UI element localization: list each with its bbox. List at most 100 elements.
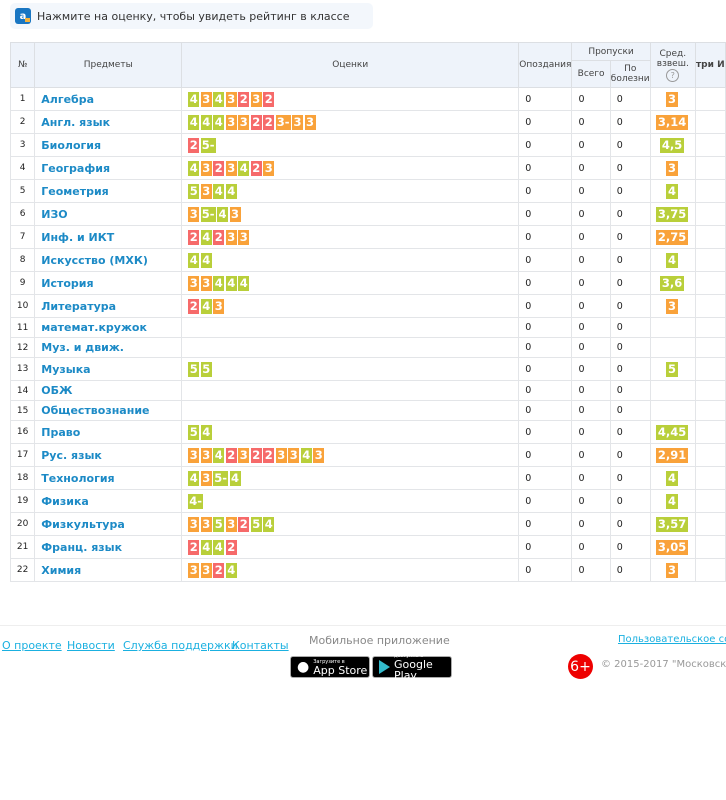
subject-link[interactable]: Рус. язык (34, 443, 183, 467)
grade-badge[interactable]: 3 (225, 229, 237, 245)
subject-link[interactable]: Муз. и движ. (34, 337, 183, 358)
grade-badge[interactable]: 4 (213, 539, 225, 555)
help-icon[interactable]: ? (666, 68, 680, 82)
grade-badge[interactable]: 4 (238, 275, 250, 291)
grade-badge[interactable]: 3 (225, 160, 237, 176)
grade-badge[interactable]: 2 (188, 137, 200, 153)
grade-badge[interactable]: 4 (213, 447, 225, 463)
grade-badge[interactable]: 5- (213, 470, 229, 486)
grade-badge[interactable]: 4 (217, 206, 229, 222)
grade-badge[interactable]: 4 (200, 114, 212, 130)
subject-link[interactable]: Геометрия (34, 179, 183, 203)
grade-badge[interactable]: 4 (200, 539, 212, 555)
subject-link[interactable]: Химия (34, 558, 183, 582)
grade-badge[interactable]: 4 (188, 114, 200, 130)
grade-badge[interactable]: 5 (188, 424, 200, 440)
subject-link[interactable]: Музыка (34, 357, 183, 381)
grade-badge[interactable]: 3 (200, 275, 212, 291)
link-about[interactable]: О проекте (2, 639, 62, 652)
subject-link[interactable]: Франц. язык (34, 535, 183, 559)
grade-badge[interactable]: 2 (225, 539, 237, 555)
subject-link[interactable]: математ.кружок (34, 317, 183, 338)
grade-badge[interactable]: 4 (229, 470, 241, 486)
grade-badge[interactable]: 4 (225, 562, 237, 578)
grade-badge[interactable]: 4 (188, 252, 200, 268)
grade-badge[interactable]: 4 (263, 516, 275, 532)
grade-badge[interactable]: 4 (213, 183, 225, 199)
grade-badge[interactable]: 4 (188, 91, 200, 107)
grade-badge[interactable]: 3 (238, 447, 250, 463)
link-agreement[interactable]: Пользовательское согл (618, 634, 726, 645)
grade-badge[interactable]: 2 (213, 160, 225, 176)
grade-badge[interactable]: 4- (188, 493, 204, 509)
subject-link[interactable]: Право (34, 420, 183, 444)
grade-badge[interactable]: 4 (200, 298, 212, 314)
grade-badge[interactable]: 3 (250, 91, 262, 107)
grade-badge[interactable]: 3 (225, 91, 237, 107)
grade-badge[interactable]: 3 (313, 447, 325, 463)
grade-badge[interactable]: 3 (200, 91, 212, 107)
grade-badge[interactable]: 3 (225, 516, 237, 532)
subject-link[interactable]: Искусство (МХК) (34, 248, 183, 272)
grade-badge[interactable]: 2 (263, 447, 275, 463)
link-news[interactable]: Новости (67, 639, 115, 652)
grade-badge[interactable]: 3 (263, 160, 275, 176)
subject-link[interactable]: Обществознание (34, 400, 183, 421)
subject-link[interactable]: География (34, 156, 183, 180)
grade-badge[interactable]: 3 (200, 470, 212, 486)
subject-link[interactable]: Технология (34, 466, 183, 490)
grade-badge[interactable]: 5- (200, 137, 216, 153)
grade-badge[interactable]: 3 (200, 516, 212, 532)
grade-badge[interactable]: 4 (213, 91, 225, 107)
grade-badge[interactable]: 3 (188, 516, 200, 532)
grade-badge[interactable]: 3 (200, 183, 212, 199)
grade-badge[interactable]: 5 (250, 516, 262, 532)
grade-badge[interactable]: 5 (200, 361, 212, 377)
subject-link[interactable]: Англ. язык (34, 110, 183, 134)
subject-link[interactable]: Физика (34, 489, 183, 513)
appstore-button[interactable]: ● Загрузите в App Store (290, 656, 370, 678)
grade-badge[interactable]: 2 (188, 539, 200, 555)
grade-badge[interactable]: 2 (188, 298, 200, 314)
grade-badge[interactable]: 2 (250, 160, 262, 176)
grade-badge[interactable]: 3 (229, 206, 241, 222)
grade-badge[interactable]: 3 (275, 447, 287, 463)
grade-badge[interactable]: 2 (238, 516, 250, 532)
grade-badge[interactable]: 5 (188, 183, 200, 199)
grade-badge[interactable]: 3 (288, 447, 300, 463)
grade-badge[interactable]: 4 (225, 275, 237, 291)
grade-badge[interactable]: 3 (200, 160, 212, 176)
grade-badge[interactable]: 3 (304, 114, 316, 130)
grade-badge[interactable]: 2 (238, 91, 250, 107)
subject-link[interactable]: История (34, 271, 183, 295)
subject-link[interactable]: ИЗО (34, 202, 183, 226)
grade-badge[interactable]: 3 (200, 562, 212, 578)
grade-badge[interactable]: 3 (188, 275, 200, 291)
subject-link[interactable]: ОБЖ (34, 380, 183, 401)
googleplay-button[interactable]: доступно в Google Play (372, 653, 452, 681)
grade-badge[interactable]: 4 (200, 229, 212, 245)
grade-badge[interactable]: 2 (213, 229, 225, 245)
grade-badge[interactable]: 4 (213, 114, 225, 130)
grade-badge[interactable]: 2 (263, 91, 275, 107)
grade-badge[interactable]: 5 (213, 516, 225, 532)
grade-badge[interactable]: 4 (188, 470, 200, 486)
grade-badge[interactable]: 4 (188, 160, 200, 176)
grade-badge[interactable]: 5- (200, 206, 216, 222)
grade-badge[interactable]: 4 (200, 424, 212, 440)
grade-badge[interactable]: 2 (213, 562, 225, 578)
grade-badge[interactable]: 2 (188, 229, 200, 245)
grade-badge[interactable]: 3 (225, 114, 237, 130)
grade-badge[interactable]: 2 (225, 447, 237, 463)
grade-badge[interactable]: 3 (238, 114, 250, 130)
grade-badge[interactable]: 3 (188, 447, 200, 463)
grade-badge[interactable]: 4 (238, 160, 250, 176)
grade-badge[interactable]: 2 (250, 114, 262, 130)
subject-link[interactable]: Литература (34, 294, 183, 318)
subject-link[interactable]: Биология (34, 133, 183, 157)
link-support[interactable]: Служба поддержки (123, 639, 238, 652)
grade-badge[interactable]: 3- (275, 114, 291, 130)
grade-badge[interactable]: 3 (238, 229, 250, 245)
grade-badge[interactable]: 5 (188, 361, 200, 377)
grade-badge[interactable]: 3 (188, 206, 200, 222)
